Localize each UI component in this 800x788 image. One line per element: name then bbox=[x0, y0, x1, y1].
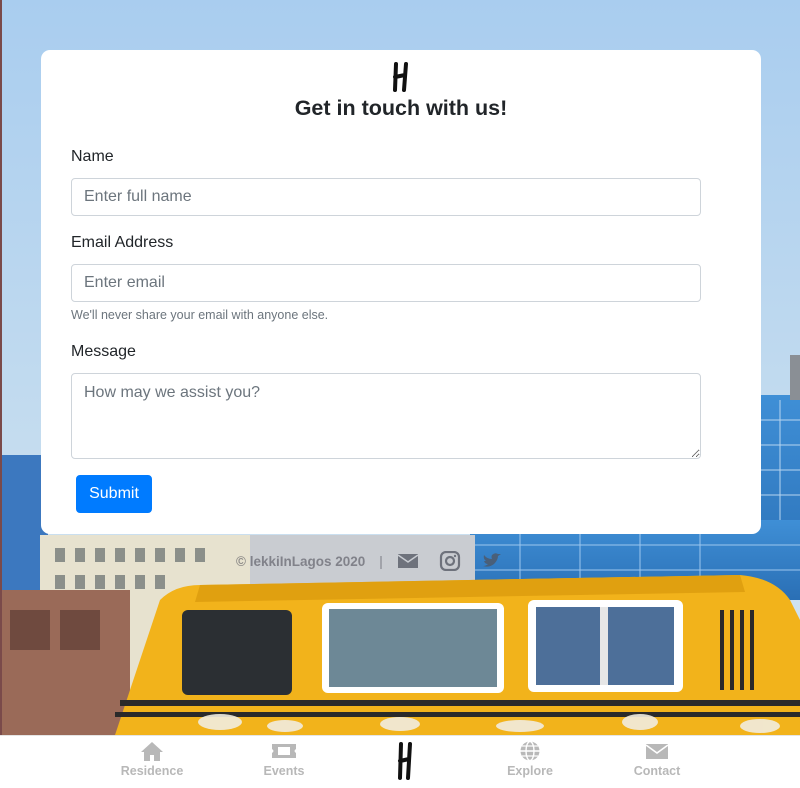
brand-logo-icon bbox=[393, 62, 408, 92]
ticket-icon bbox=[272, 744, 296, 758]
envelope-icon[interactable] bbox=[397, 551, 419, 571]
brand-logo-icon[interactable] bbox=[396, 742, 414, 780]
name-label: Name bbox=[71, 148, 114, 165]
email-label: Email Address bbox=[71, 234, 174, 251]
name-input[interactable] bbox=[71, 178, 701, 216]
nav-item-contact[interactable]: Contact bbox=[612, 740, 702, 778]
home-icon bbox=[141, 742, 163, 761]
message-textarea[interactable] bbox=[71, 373, 701, 459]
footer-separator: | bbox=[379, 553, 383, 569]
left-edge-line bbox=[0, 0, 2, 788]
message-label: Message bbox=[71, 343, 136, 360]
nav-label: Events bbox=[263, 764, 305, 778]
nav-label: Explore bbox=[507, 764, 553, 778]
envelope-icon bbox=[645, 744, 669, 759]
submit-button[interactable]: Submit bbox=[76, 475, 152, 513]
email-input[interactable] bbox=[71, 264, 701, 302]
page-footer: © lekkiInLagos 2020 | bbox=[236, 549, 523, 573]
twitter-icon[interactable] bbox=[481, 551, 503, 571]
email-help-text: We'll never share your email with anyone… bbox=[71, 308, 329, 322]
nav-item-explore[interactable]: Explore bbox=[485, 740, 575, 778]
instagram-icon[interactable] bbox=[439, 551, 461, 571]
page-title: Get in touch with us! bbox=[294, 96, 508, 120]
nav-item-residence[interactable]: Residence bbox=[107, 740, 197, 778]
nav-label: Contact bbox=[633, 764, 681, 778]
globe-icon bbox=[520, 740, 540, 762]
copyright-text: © lekkiInLagos 2020 bbox=[236, 553, 366, 569]
nav-label: Residence bbox=[120, 764, 184, 778]
nav-item-events[interactable]: Events bbox=[239, 740, 329, 778]
